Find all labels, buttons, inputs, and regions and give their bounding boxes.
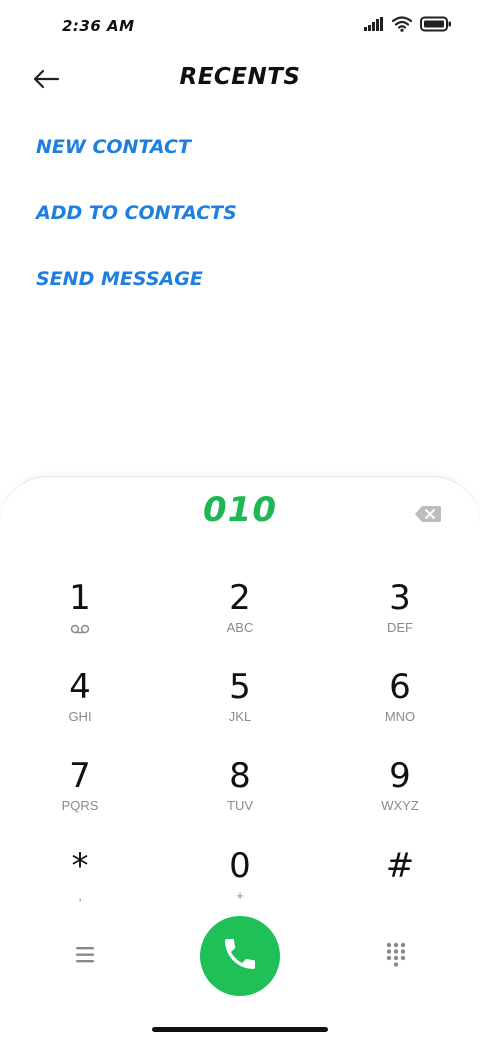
key-digit: # [385, 846, 415, 886]
signal-icon [364, 17, 384, 36]
key-letters: MNO [384, 709, 416, 724]
key-digit: 5 [229, 667, 251, 707]
key-letters: WXYZ [381, 798, 419, 813]
key-digit: 9 [389, 756, 411, 796]
key-letters: PQRS [61, 798, 99, 813]
key-letters: TUV [227, 798, 253, 813]
key-letters: GHI [68, 709, 92, 724]
key-letters: JKL [228, 709, 252, 724]
new-contact-link[interactable]: NEW CONTACT [36, 130, 237, 196]
menu-icon [72, 947, 98, 970]
call-button[interactable] [200, 916, 280, 996]
key-star[interactable]: * , [20, 846, 140, 920]
page-title: RECENTS [179, 64, 301, 90]
key-6[interactable]: 6 MNO [340, 667, 460, 741]
key-5[interactable]: 5 JKL [180, 667, 300, 741]
key-digit: * [71, 846, 89, 886]
key-hash[interactable]: # [340, 846, 460, 920]
wifi-icon [391, 16, 413, 37]
key-4[interactable]: 4 GHI [20, 667, 140, 741]
status-icons [364, 16, 452, 37]
key-1[interactable]: 1 [20, 578, 140, 652]
key-digit: 3 [389, 578, 411, 618]
key-2[interactable]: 2 ABC [180, 578, 300, 652]
status-bar: 2:36 AM [0, 0, 480, 56]
key-digit: 8 [229, 756, 251, 796]
keypad-grid-icon [383, 942, 409, 973]
send-message-link[interactable]: SEND MESSAGE [36, 262, 237, 328]
backspace-button[interactable] [414, 504, 442, 524]
key-digit: 4 [69, 667, 91, 707]
key-7[interactable]: 7 PQRS [20, 756, 140, 830]
battery-icon [420, 16, 452, 37]
backspace-icon [414, 506, 442, 528]
key-letters: , [78, 888, 82, 903]
key-digit: 6 [389, 667, 411, 707]
key-letters: DEF [387, 620, 413, 635]
key-letters: + [236, 888, 244, 903]
key-digit: 0 [229, 846, 251, 886]
home-indicator[interactable] [152, 1027, 328, 1032]
key-9[interactable]: 9 WXYZ [340, 756, 460, 830]
status-time: 2:36 AM [62, 17, 135, 35]
key-digit: 7 [69, 756, 91, 796]
dialed-number: 010 [203, 490, 277, 530]
key-digit: 1 [69, 578, 91, 618]
key-digit: 2 [229, 578, 251, 618]
key-8[interactable]: 8 TUV [180, 756, 300, 830]
key-0[interactable]: 0 + [180, 846, 300, 920]
keypad-toggle-button[interactable] [383, 941, 409, 969]
add-to-contacts-link[interactable]: ADD TO CONTACTS [36, 196, 237, 262]
key-3[interactable]: 3 DEF [340, 578, 460, 652]
header: RECENTS [0, 56, 480, 104]
voicemail-icon [70, 622, 90, 634]
key-letters: ABC [226, 620, 254, 635]
phone-call-icon [220, 934, 260, 979]
menu-button[interactable] [72, 944, 98, 966]
recent-actions-list: NEW CONTACT ADD TO CONTACTS SEND MESSAGE [36, 130, 237, 328]
